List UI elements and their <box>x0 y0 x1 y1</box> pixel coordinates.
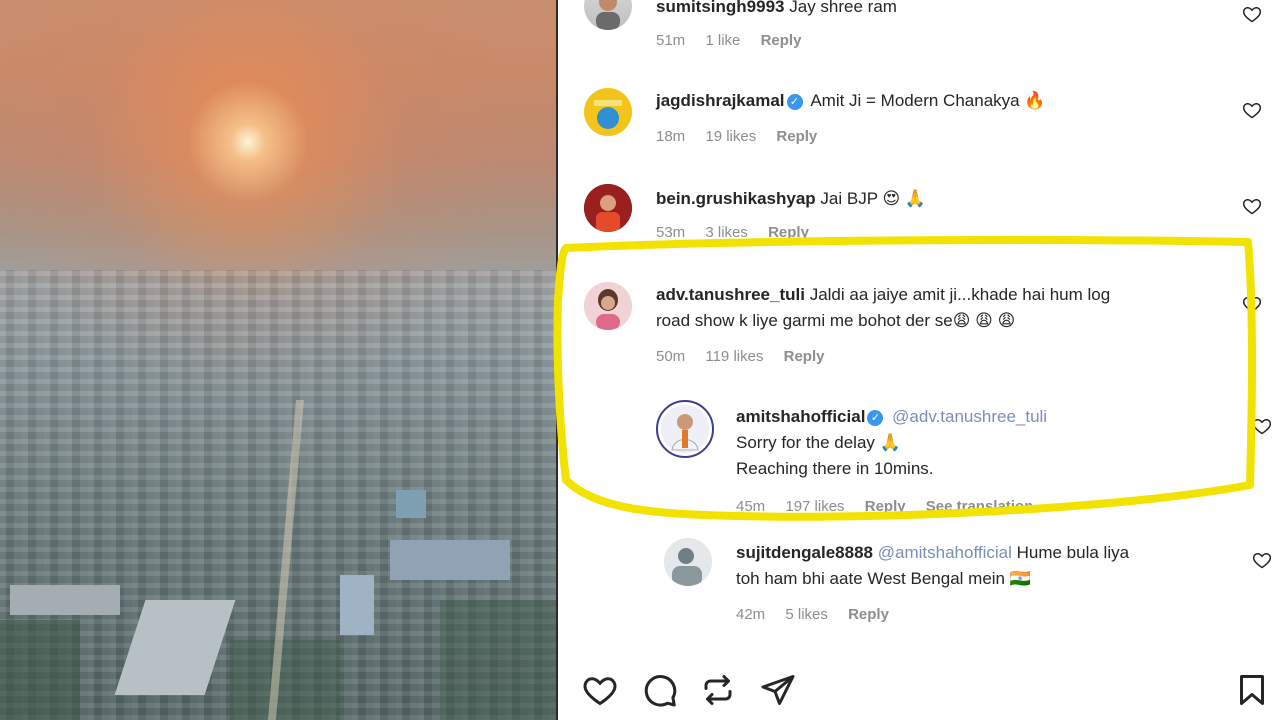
reply-username[interactable]: amitshahofficial <box>736 407 865 426</box>
avatar[interactable] <box>656 400 714 458</box>
reply-text-line2: toh ham bhi aate West Bengal mein 🇮🇳 <box>736 569 1031 588</box>
comments-panel[interactable]: sumitsingh9993 Jay shree ram 51m 1 like … <box>560 0 1280 720</box>
comment-time: 51m <box>656 32 686 49</box>
comment-username[interactable]: jagdishrajkamal <box>656 91 785 110</box>
post-photo <box>0 0 558 720</box>
verified-badge-icon: ✓ <box>867 410 884 426</box>
reply-button[interactable]: Reply <box>761 32 802 49</box>
building-roof <box>396 490 426 518</box>
comment-text-line2: road show k liye garmi me bohot der se😩 … <box>656 311 1016 330</box>
avatar[interactable] <box>584 0 632 30</box>
comment-text: Jay shree ram <box>789 0 897 16</box>
comment-likes[interactable]: 1 like <box>705 32 740 49</box>
like-comment-heart-icon[interactable] <box>1242 4 1262 24</box>
comment-text-line1: Jaldi aa jaiye amit ji...khade hai hum l… <box>809 285 1111 304</box>
bookmark-icon[interactable] <box>1234 672 1270 708</box>
avatar[interactable] <box>584 88 632 136</box>
heart-icon[interactable] <box>582 672 618 708</box>
trees <box>230 640 340 720</box>
like-comment-heart-icon[interactable] <box>1252 416 1272 436</box>
comment-icon[interactable] <box>642 672 678 708</box>
reply-text-line2: Reaching there in 10mins. <box>736 459 934 478</box>
like-comment-heart-icon[interactable] <box>1242 100 1262 120</box>
reply-button[interactable]: Reply <box>865 498 906 515</box>
comment-likes[interactable]: 119 likes <box>705 348 763 365</box>
building-roof <box>340 575 374 635</box>
building-roof <box>10 585 120 615</box>
reply-likes[interactable]: 197 likes <box>785 498 844 515</box>
reply-time: 45m <box>736 498 766 515</box>
see-translation-link[interactable]: See translation <box>926 498 1034 515</box>
comment-text: Amit Ji = Modern Chanakya 🔥 <box>810 91 1046 110</box>
verified-badge-icon: ✓ <box>786 94 803 110</box>
comment-likes[interactable]: 3 likes <box>705 224 748 241</box>
like-comment-heart-icon[interactable] <box>1252 550 1272 570</box>
comment-username[interactable]: adv.tanushree_tuli <box>656 285 805 304</box>
trees <box>0 620 80 720</box>
reply-mention[interactable]: @adv.tanushree_tuli <box>892 407 1047 426</box>
trees <box>440 600 558 720</box>
reply-button[interactable]: Reply <box>776 128 817 145</box>
send-icon[interactable] <box>760 672 796 708</box>
comment-text: Jai BJP 😍 🙏 <box>820 189 927 208</box>
reply-text-line1: Sorry for the delay 🙏 <box>736 433 901 452</box>
avatar[interactable] <box>584 282 632 330</box>
comment-username[interactable]: bein.grushikashyap <box>656 189 816 208</box>
reply-button[interactable]: Reply <box>768 224 809 241</box>
reply-username[interactable]: sujitdengale8888 <box>736 543 873 562</box>
avatar[interactable] <box>584 184 632 232</box>
reply-button[interactable]: Reply <box>848 606 889 623</box>
repost-icon[interactable] <box>700 672 736 708</box>
like-comment-heart-icon[interactable] <box>1242 294 1262 314</box>
comment-time: 53m <box>656 224 686 241</box>
like-comment-heart-icon[interactable] <box>1242 196 1262 216</box>
comment-username[interactable]: sumitsingh9993 <box>656 0 785 16</box>
reply-time: 42m <box>736 606 766 623</box>
reply-text-line1: Hume bula liya <box>1016 543 1130 562</box>
post-action-bar <box>560 660 1280 720</box>
comment-time: 18m <box>656 128 686 145</box>
reply-button[interactable]: Reply <box>784 348 825 365</box>
reply-mention[interactable]: @amitshahofficial <box>878 543 1012 562</box>
reply-likes[interactable]: 5 likes <box>785 606 828 623</box>
comment-likes[interactable]: 19 likes <box>705 128 756 145</box>
avatar[interactable] <box>664 538 712 586</box>
comment-time: 50m <box>656 348 686 365</box>
building-roof <box>390 540 510 580</box>
panel-divider <box>556 0 558 720</box>
